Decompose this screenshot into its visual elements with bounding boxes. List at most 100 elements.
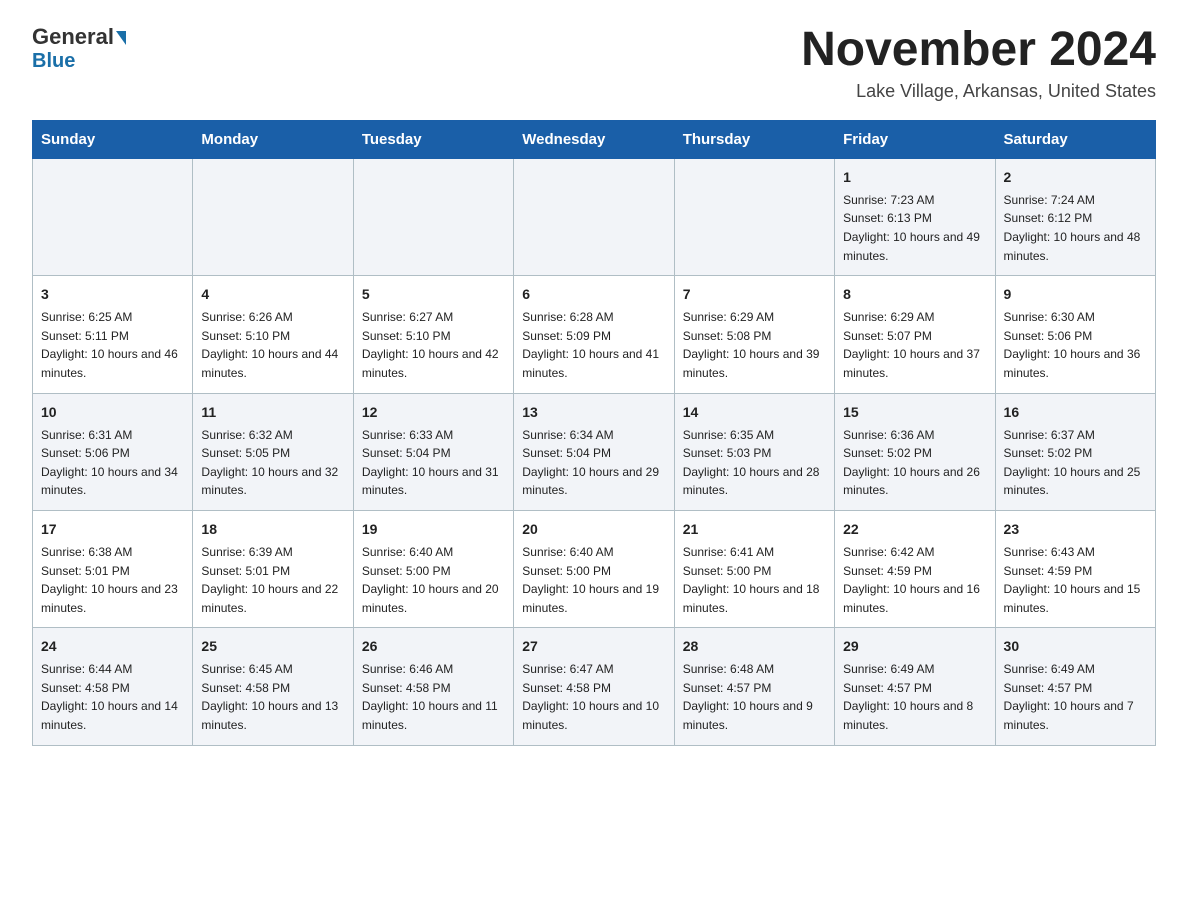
calendar-cell: 28 Sunrise: 6:48 AMSunset: 4:57 PMDayligh… bbox=[674, 628, 834, 745]
day-info: Sunrise: 6:42 AMSunset: 4:59 PMDaylight:… bbox=[843, 543, 986, 617]
calendar-cell: 19Sunrise: 6:40 AMSunset: 5:00 PMDayligh… bbox=[353, 510, 513, 627]
day-number: 21 bbox=[683, 519, 826, 540]
day-info: Sunrise: 6:41 AMSunset: 5:00 PMDaylight:… bbox=[683, 543, 826, 617]
calendar-table: SundayMondayTuesdayWednesdayThursdayFrid… bbox=[32, 120, 1156, 746]
day-number: 4 bbox=[201, 284, 344, 305]
header-cell-wednesday: Wednesday bbox=[514, 120, 674, 158]
location-text: Lake Village, Arkansas, United States bbox=[801, 81, 1156, 102]
logo-blue-text: Blue bbox=[32, 50, 75, 72]
header-row: SundayMondayTuesdayWednesdayThursdayFrid… bbox=[33, 120, 1156, 158]
calendar-cell: 3 Sunrise: 6:25 AMSunset: 5:11 PMDaylight… bbox=[33, 276, 193, 393]
day-info: Sunrise: 6:31 AMSunset: 5:06 PMDaylight:… bbox=[41, 426, 184, 500]
day-number: 10 bbox=[41, 402, 184, 423]
day-info: Sunrise: 6:29 AMSunset: 5:08 PMDaylight:… bbox=[683, 308, 826, 382]
day-number: 19 bbox=[362, 519, 505, 540]
day-number: 27 bbox=[522, 636, 665, 657]
day-number: 14 bbox=[683, 402, 826, 423]
calendar-cell: 22 Sunrise: 6:42 AMSunset: 4:59 PMDayligh… bbox=[835, 510, 995, 627]
day-number: 9 bbox=[1004, 284, 1147, 305]
week-row-4: 17Sunrise: 6:38 AMSunset: 5:01 PMDayligh… bbox=[33, 510, 1156, 627]
day-info: Sunrise: 6:44 AMSunset: 4:58 PMDaylight:… bbox=[41, 660, 184, 734]
header-cell-tuesday: Tuesday bbox=[353, 120, 513, 158]
day-number: 1 bbox=[843, 167, 986, 188]
calendar-cell: 12 Sunrise: 6:33 AMSunset: 5:04 PMDayligh… bbox=[353, 393, 513, 510]
day-info: Sunrise: 6:35 AMSunset: 5:03 PMDaylight:… bbox=[683, 426, 826, 500]
calendar-cell: 11 Sunrise: 6:32 AMSunset: 5:05 PMDayligh… bbox=[193, 393, 353, 510]
calendar-cell: 1 Sunrise: 7:23 AMSunset: 6:13 PMDaylight… bbox=[835, 158, 995, 275]
week-row-5: 24 Sunrise: 6:44 AMSunset: 4:58 PMDayligh… bbox=[33, 628, 1156, 745]
calendar-cell: 13 Sunrise: 6:34 AMSunset: 5:04 PMDayligh… bbox=[514, 393, 674, 510]
calendar-cell: 5Sunrise: 6:27 AMSunset: 5:10 PMDaylight… bbox=[353, 276, 513, 393]
day-info: Sunrise: 6:36 AMSunset: 5:02 PMDaylight:… bbox=[843, 426, 986, 500]
calendar-cell: 6Sunrise: 6:28 AMSunset: 5:09 PMDaylight… bbox=[514, 276, 674, 393]
calendar-cell: 2 Sunrise: 7:24 AMSunset: 6:12 PMDaylight… bbox=[995, 158, 1155, 275]
day-info: Sunrise: 6:49 AMSunset: 4:57 PMDaylight:… bbox=[843, 660, 986, 734]
day-info: Sunrise: 6:30 AMSunset: 5:06 PMDaylight:… bbox=[1004, 308, 1147, 382]
day-number: 28 bbox=[683, 636, 826, 657]
day-info: Sunrise: 7:23 AMSunset: 6:13 PMDaylight:… bbox=[843, 191, 986, 265]
day-info: Sunrise: 6:43 AMSunset: 4:59 PMDaylight:… bbox=[1004, 543, 1147, 617]
day-number: 25 bbox=[201, 636, 344, 657]
day-info: Sunrise: 6:34 AMSunset: 5:04 PMDaylight:… bbox=[522, 426, 665, 500]
day-number: 15 bbox=[843, 402, 986, 423]
day-info: Sunrise: 6:40 AMSunset: 5:00 PMDaylight:… bbox=[522, 543, 665, 617]
day-number: 13 bbox=[522, 402, 665, 423]
logo: General Blue bbox=[32, 24, 126, 73]
day-info: Sunrise: 6:46 AMSunset: 4:58 PMDaylight:… bbox=[362, 660, 505, 734]
day-info: Sunrise: 6:39 AMSunset: 5:01 PMDaylight:… bbox=[201, 543, 344, 617]
calendar-cell: 18 Sunrise: 6:39 AMSunset: 5:01 PMDayligh… bbox=[193, 510, 353, 627]
calendar-header: SundayMondayTuesdayWednesdayThursdayFrid… bbox=[33, 120, 1156, 158]
day-number: 24 bbox=[41, 636, 184, 657]
day-number: 18 bbox=[201, 519, 344, 540]
day-number: 12 bbox=[362, 402, 505, 423]
calendar-cell: 16 Sunrise: 6:37 AMSunset: 5:02 PMDayligh… bbox=[995, 393, 1155, 510]
calendar-cell: 20 Sunrise: 6:40 AMSunset: 5:00 PMDayligh… bbox=[514, 510, 674, 627]
header-cell-sunday: Sunday bbox=[33, 120, 193, 158]
day-info: Sunrise: 6:33 AMSunset: 5:04 PMDaylight:… bbox=[362, 426, 505, 500]
day-number: 3 bbox=[41, 284, 184, 305]
day-info: Sunrise: 7:24 AMSunset: 6:12 PMDaylight:… bbox=[1004, 191, 1147, 265]
calendar-cell: 8Sunrise: 6:29 AMSunset: 5:07 PMDaylight… bbox=[835, 276, 995, 393]
day-number: 23 bbox=[1004, 519, 1147, 540]
day-number: 20 bbox=[522, 519, 665, 540]
day-number: 17 bbox=[41, 519, 184, 540]
day-number: 16 bbox=[1004, 402, 1147, 423]
day-info: Sunrise: 6:32 AMSunset: 5:05 PMDaylight:… bbox=[201, 426, 344, 500]
day-number: 30 bbox=[1004, 636, 1147, 657]
day-info: Sunrise: 6:25 AMSunset: 5:11 PMDaylight:… bbox=[41, 308, 184, 382]
week-row-2: 3 Sunrise: 6:25 AMSunset: 5:11 PMDaylight… bbox=[33, 276, 1156, 393]
header-cell-monday: Monday bbox=[193, 120, 353, 158]
calendar-cell: 14 Sunrise: 6:35 AMSunset: 5:03 PMDayligh… bbox=[674, 393, 834, 510]
calendar-cell: 17Sunrise: 6:38 AMSunset: 5:01 PMDayligh… bbox=[33, 510, 193, 627]
day-number: 2 bbox=[1004, 167, 1147, 188]
logo-general-text: General bbox=[32, 24, 114, 50]
calendar-cell: 10 Sunrise: 6:31 AMSunset: 5:06 PMDayligh… bbox=[33, 393, 193, 510]
day-number: 6 bbox=[522, 284, 665, 305]
calendar-cell: 23 Sunrise: 6:43 AMSunset: 4:59 PMDayligh… bbox=[995, 510, 1155, 627]
calendar-cell: 26Sunrise: 6:46 AMSunset: 4:58 PMDayligh… bbox=[353, 628, 513, 745]
header-cell-saturday: Saturday bbox=[995, 120, 1155, 158]
calendar-cell bbox=[33, 158, 193, 275]
calendar-cell: 7 Sunrise: 6:29 AMSunset: 5:08 PMDaylight… bbox=[674, 276, 834, 393]
day-info: Sunrise: 6:49 AMSunset: 4:57 PMDaylight:… bbox=[1004, 660, 1147, 734]
calendar-cell: 4 Sunrise: 6:26 AMSunset: 5:10 PMDaylight… bbox=[193, 276, 353, 393]
day-info: Sunrise: 6:48 AMSunset: 4:57 PMDaylight:… bbox=[683, 660, 826, 734]
calendar-cell: 15 Sunrise: 6:36 AMSunset: 5:02 PMDayligh… bbox=[835, 393, 995, 510]
calendar-cell: 21 Sunrise: 6:41 AMSunset: 5:00 PMDayligh… bbox=[674, 510, 834, 627]
day-info: Sunrise: 6:37 AMSunset: 5:02 PMDaylight:… bbox=[1004, 426, 1147, 500]
calendar-cell bbox=[353, 158, 513, 275]
day-info: Sunrise: 6:27 AMSunset: 5:10 PMDaylight:… bbox=[362, 308, 505, 382]
calendar-body: 1 Sunrise: 7:23 AMSunset: 6:13 PMDaylight… bbox=[33, 158, 1156, 745]
calendar-cell bbox=[514, 158, 674, 275]
week-row-3: 10 Sunrise: 6:31 AMSunset: 5:06 PMDayligh… bbox=[33, 393, 1156, 510]
day-number: 22 bbox=[843, 519, 986, 540]
header-cell-friday: Friday bbox=[835, 120, 995, 158]
header-cell-thursday: Thursday bbox=[674, 120, 834, 158]
day-info: Sunrise: 6:29 AMSunset: 5:07 PMDaylight:… bbox=[843, 308, 986, 382]
day-number: 11 bbox=[201, 402, 344, 423]
calendar-cell: 24 Sunrise: 6:44 AMSunset: 4:58 PMDayligh… bbox=[33, 628, 193, 745]
day-number: 29 bbox=[843, 636, 986, 657]
day-info: Sunrise: 6:26 AMSunset: 5:10 PMDaylight:… bbox=[201, 308, 344, 382]
week-row-1: 1 Sunrise: 7:23 AMSunset: 6:13 PMDaylight… bbox=[33, 158, 1156, 275]
day-number: 7 bbox=[683, 284, 826, 305]
